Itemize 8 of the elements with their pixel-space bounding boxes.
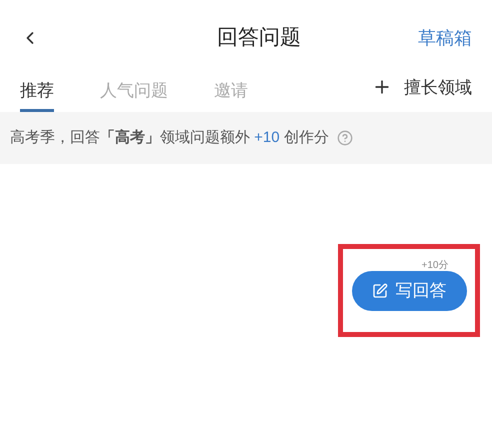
- tab[interactable]: 人气问题: [100, 78, 168, 112]
- write-answer-button[interactable]: 写回答: [352, 270, 466, 310]
- edit-icon: [372, 282, 388, 298]
- tab[interactable]: 邀请: [214, 78, 248, 112]
- domain-button[interactable]: 擅长领域: [372, 74, 472, 100]
- page-title: 回答问题: [217, 25, 301, 52]
- drafts-link[interactable]: 草稿箱: [418, 24, 472, 52]
- banner-text: 高考季，回答「高考」领域问题额外 +10 创作分: [10, 128, 329, 148]
